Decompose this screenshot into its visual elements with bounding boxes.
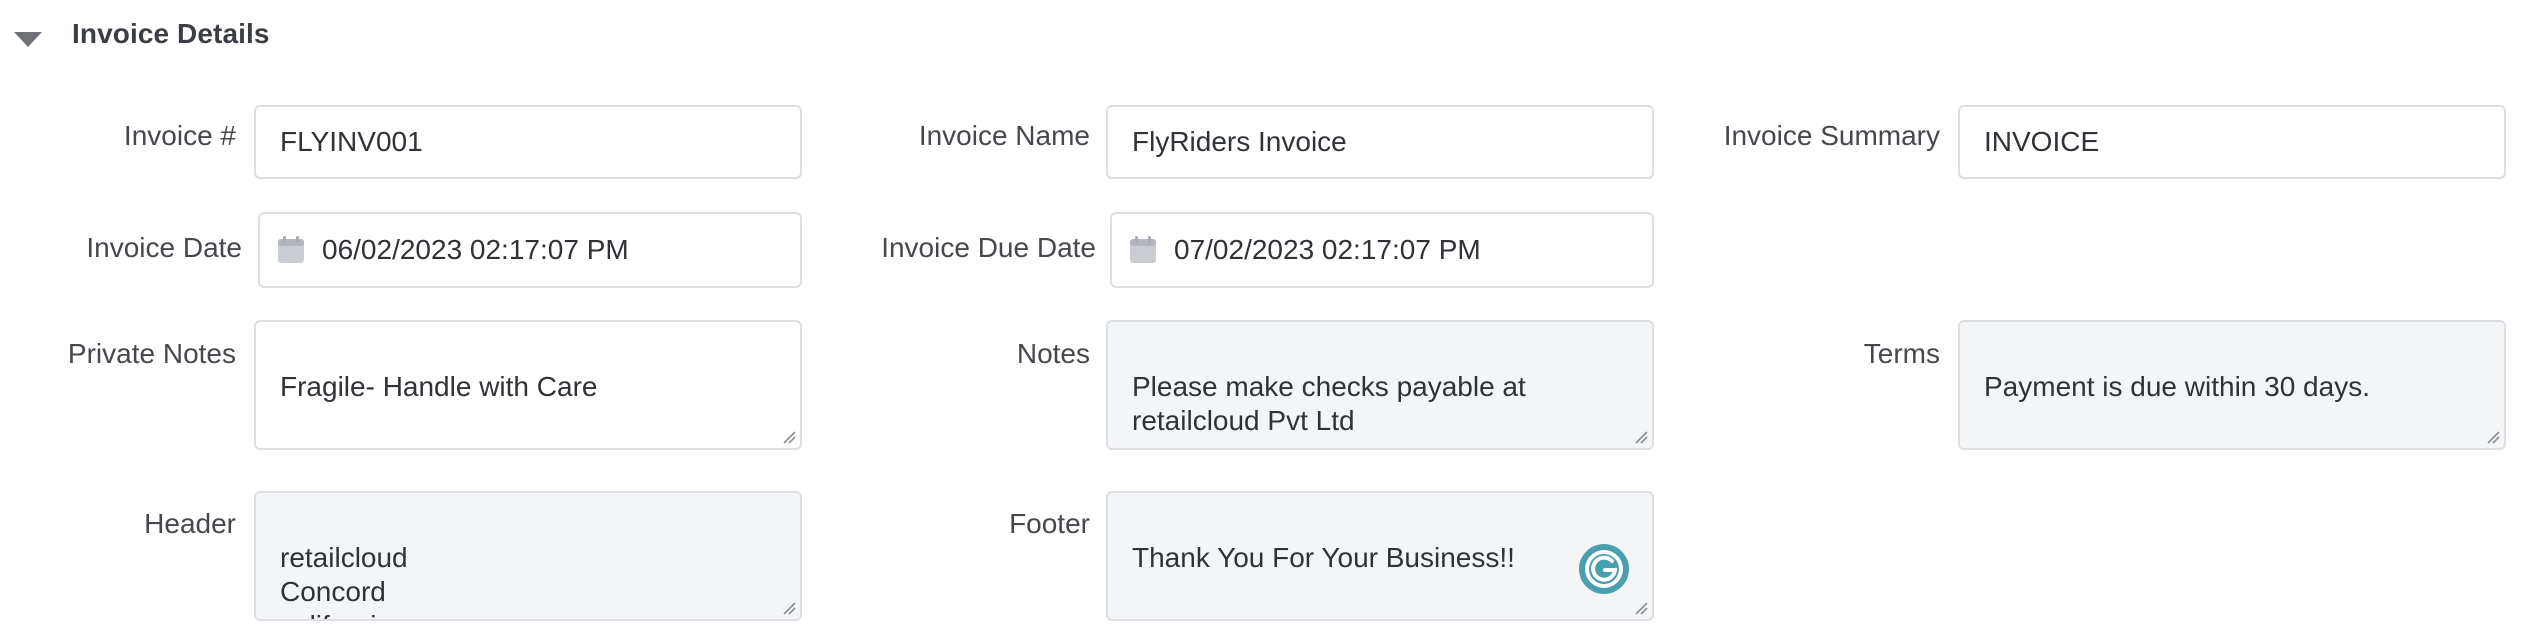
invoice-due-date-value: 07/02/2023 02:17:07 PM bbox=[1174, 234, 1481, 265]
grammarly-icon[interactable] bbox=[1578, 543, 1630, 595]
notes-value: Please make checks payable at retailclou… bbox=[1132, 371, 1526, 436]
invoice-number-input[interactable]: FLYINV001 bbox=[254, 105, 802, 179]
header-textarea[interactable]: retailcloud Concord california bbox=[254, 491, 802, 621]
invoice-number-label: Invoice # bbox=[123, 120, 236, 151]
footer-textarea[interactable]: Thank You For Your Business!! bbox=[1106, 491, 1654, 621]
terms-textarea[interactable]: Payment is due within 30 days. bbox=[1958, 320, 2506, 450]
private-notes-label: Private Notes bbox=[67, 338, 236, 369]
notes-textarea[interactable]: Please make checks payable at retailclou… bbox=[1106, 320, 1654, 450]
header-label: Header bbox=[144, 508, 236, 539]
invoice-name-input[interactable]: FlyRiders Invoice bbox=[1106, 105, 1654, 179]
terms-label: Terms bbox=[1863, 338, 1940, 369]
invoice-date-value: 06/02/2023 02:17:07 PM bbox=[322, 234, 629, 265]
section-toggle[interactable] bbox=[10, 14, 42, 60]
invoice-name-label: Invoice Name bbox=[918, 120, 1090, 151]
invoice-date-label: Invoice Date bbox=[86, 232, 242, 263]
footer-value: Thank You For Your Business!! bbox=[1132, 542, 1515, 573]
invoice-due-date-label: Invoice Due Date bbox=[881, 232, 1096, 263]
invoice-due-date-input[interactable]: 07/02/2023 02:17:07 PM bbox=[1110, 212, 1654, 288]
resize-handle-icon[interactable] bbox=[782, 601, 796, 615]
resize-handle-icon[interactable] bbox=[1634, 430, 1648, 444]
footer-label: Footer bbox=[1009, 508, 1090, 539]
caret-down-icon[interactable] bbox=[14, 31, 42, 47]
resize-handle-icon[interactable] bbox=[2486, 430, 2500, 444]
private-notes-value: Fragile- Handle with Care bbox=[280, 371, 598, 402]
calendar-icon[interactable] bbox=[276, 235, 306, 265]
terms-value: Payment is due within 30 days. bbox=[1984, 371, 2370, 402]
invoice-summary-label: Invoice Summary bbox=[1723, 120, 1940, 151]
calendar-icon[interactable] bbox=[1128, 235, 1158, 265]
private-notes-textarea[interactable]: Fragile- Handle with Care bbox=[254, 320, 802, 450]
header-value: retailcloud Concord california bbox=[280, 542, 408, 619]
invoice-summary-input[interactable]: INVOICE bbox=[1958, 105, 2506, 179]
resize-handle-icon[interactable] bbox=[782, 430, 796, 444]
notes-label: Notes bbox=[1016, 338, 1090, 369]
section-title: Invoice Details bbox=[72, 18, 270, 49]
resize-handle-icon[interactable] bbox=[1634, 601, 1648, 615]
invoice-date-input[interactable]: 06/02/2023 02:17:07 PM bbox=[258, 212, 802, 288]
